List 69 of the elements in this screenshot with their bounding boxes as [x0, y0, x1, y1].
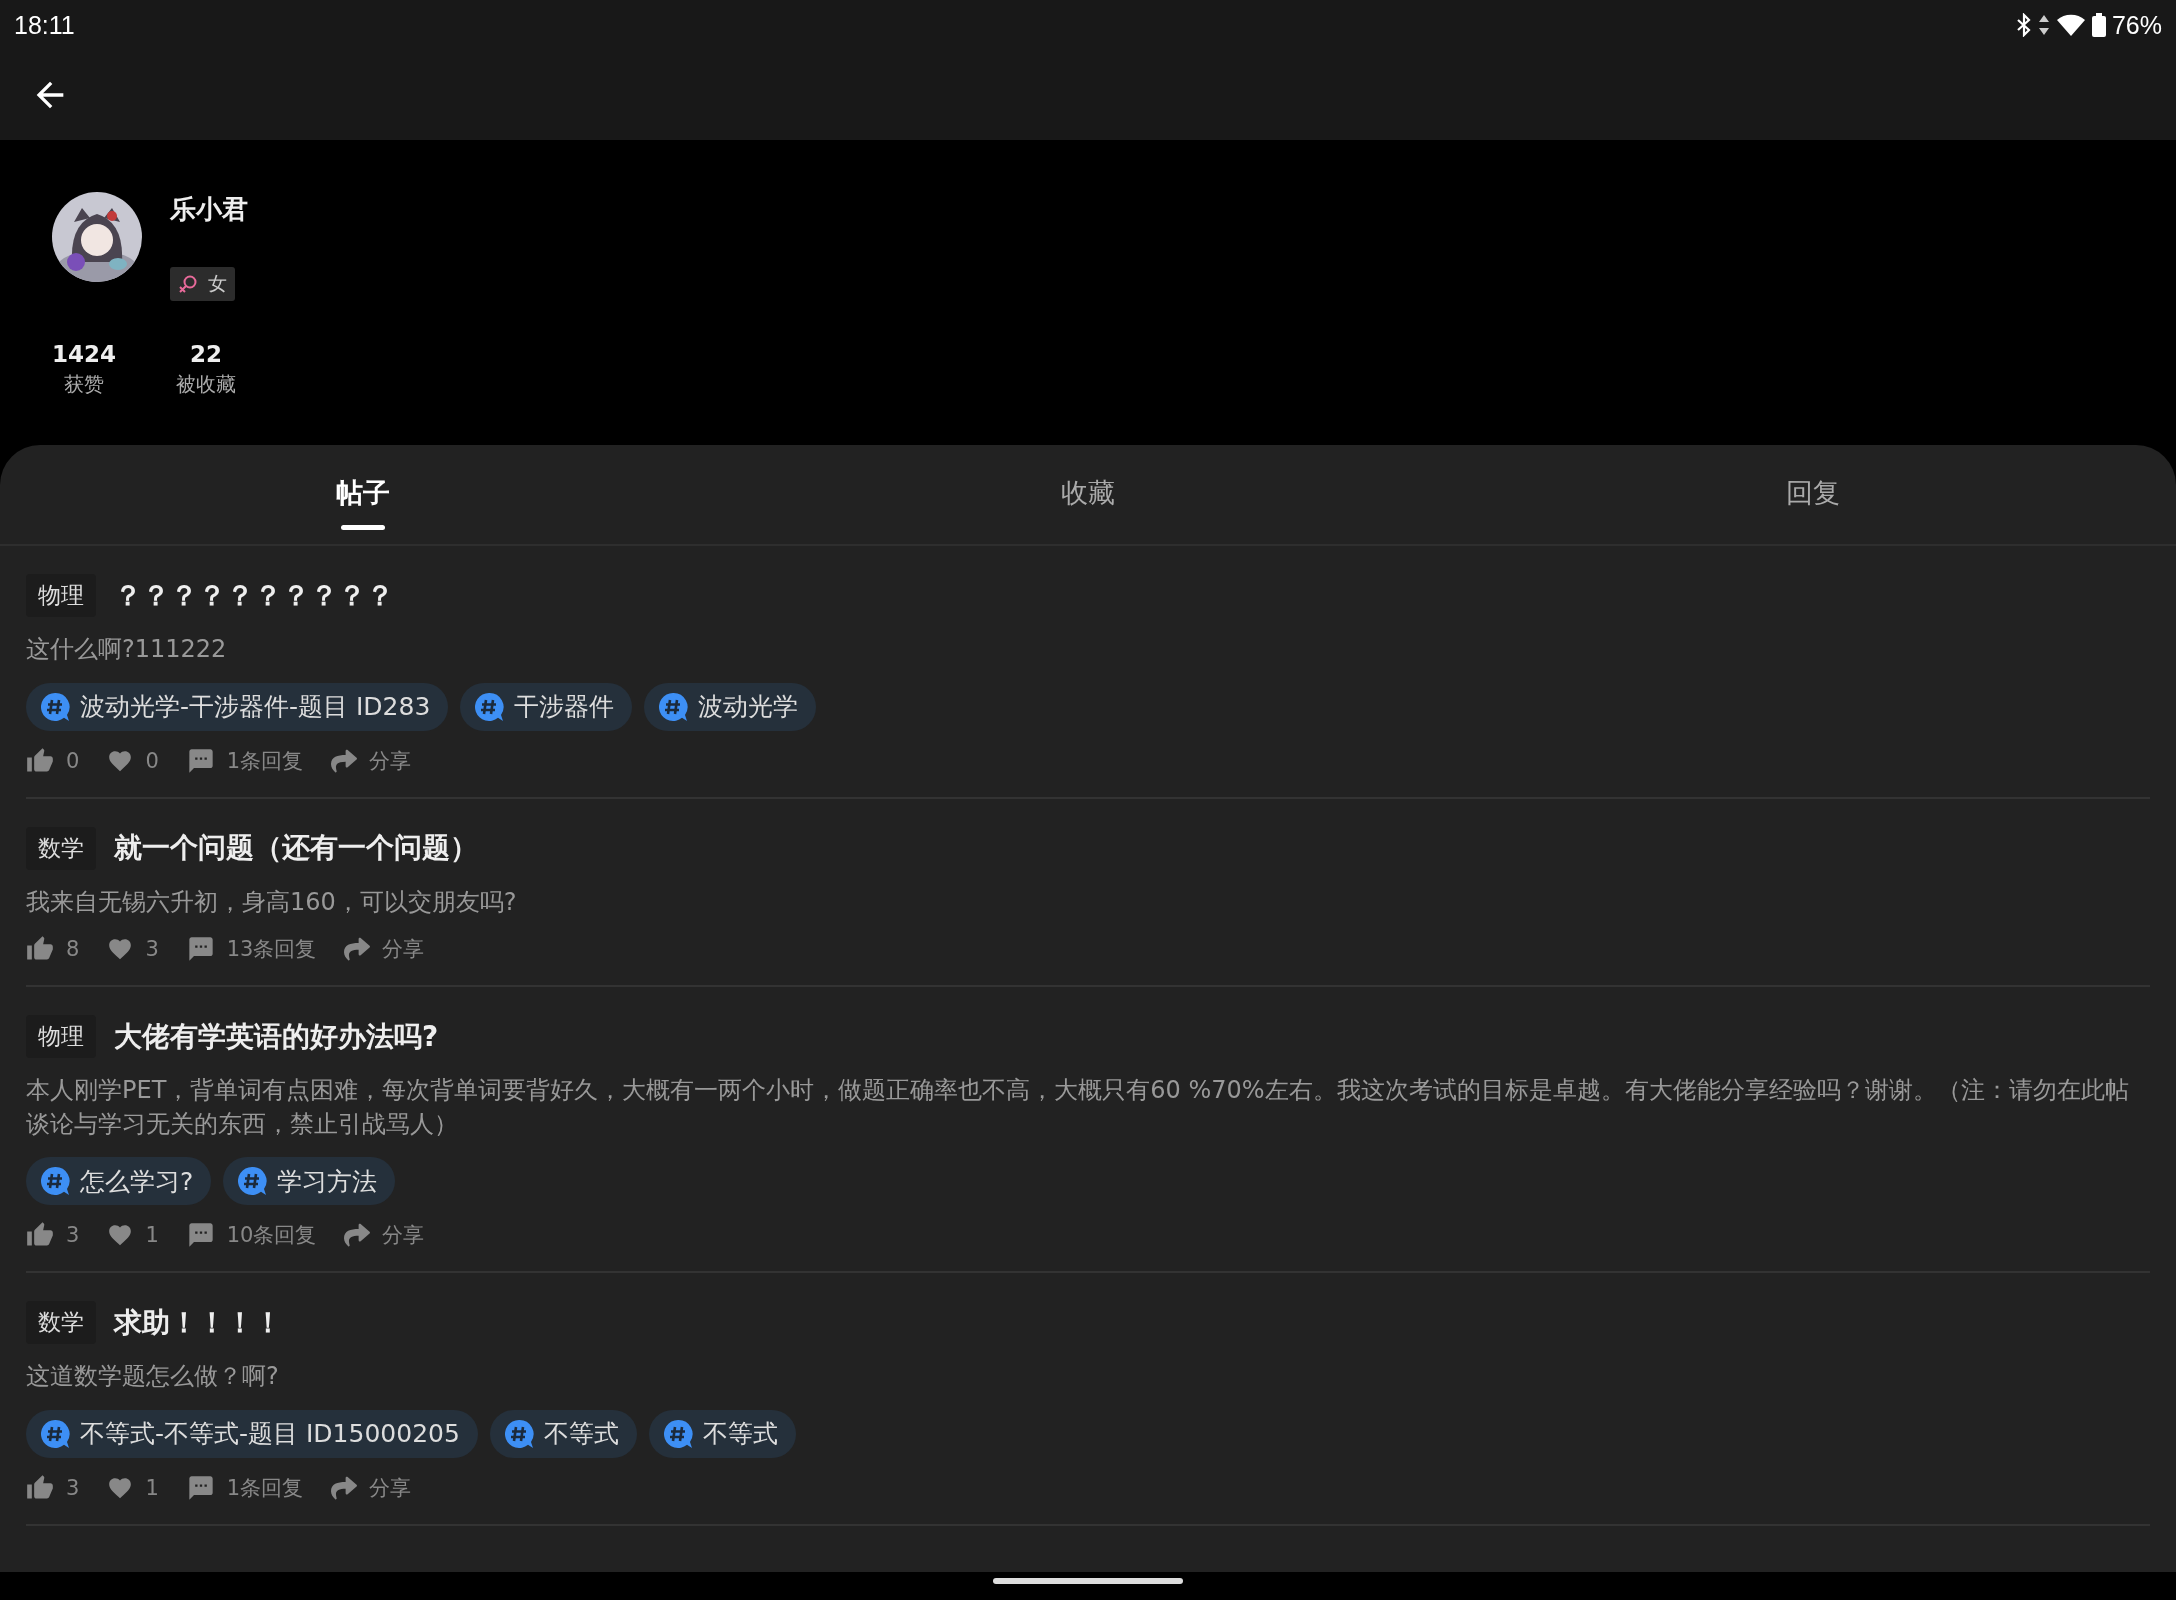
status-time: 18:11 [14, 10, 75, 40]
stat-value: 22 [190, 341, 222, 367]
like-button[interactable]: 0 [26, 746, 80, 775]
post-title[interactable]: 就一个问题（还有一个问题） [114, 829, 478, 868]
topic-tag[interactable]: 怎么学习? [26, 1157, 212, 1206]
topic-tag[interactable]: 干涉器件 [460, 682, 633, 731]
user-name: 乐小君 [170, 193, 248, 226]
post-title[interactable]: ？？？？？？？？？？ [114, 576, 394, 615]
share-icon [331, 747, 358, 774]
reply-button[interactable]: 1条回复 [186, 746, 304, 775]
favorite-button[interactable]: 3 [107, 936, 159, 963]
like-button[interactable]: 8 [26, 935, 80, 964]
tab[interactable]: 回复 [1450, 445, 2176, 544]
data-arrows-icon [2037, 14, 2050, 36]
hashtag-icon [658, 691, 689, 722]
tab[interactable]: 帖子 [0, 445, 726, 544]
hashtag-icon [474, 691, 505, 722]
battery-level: 76% [2111, 10, 2162, 40]
hashtag-icon [237, 1166, 268, 1197]
hashtag-icon [662, 1418, 693, 1449]
share-button[interactable]: 分享 [331, 746, 412, 775]
comment-icon [186, 1473, 215, 1502]
reply-button[interactable]: 1条回复 [186, 1473, 304, 1502]
subject-label: 数学 [26, 826, 96, 870]
post-body: 我来自无锡六升初，身高160，可以交朋友吗? [26, 886, 518, 918]
comment-icon [186, 746, 215, 775]
female-icon [178, 274, 198, 294]
share-icon [344, 1222, 371, 1249]
share-button[interactable]: 分享 [344, 935, 425, 964]
battery-icon [2091, 13, 2106, 37]
subject-label: 物理 [26, 1015, 96, 1059]
post-body: 这道数学题怎么做？啊? [26, 1361, 280, 1393]
topic-tag[interactable]: 学习方法 [223, 1157, 396, 1206]
thumbs-up-icon [26, 1473, 54, 1502]
post-body: 本人刚学PET，背单词有点困难，每次背单词要背好久，大概有一两个小时，做题正确率也不高，大概只有60 %70%左右。我这次考试的目标是卓越。有大佬能分享经验吗？谢谢。（注：请勿在此帖谈论与学习无关的东西，禁止引战骂人） [26, 1075, 2130, 1140]
post-title[interactable]: 大佬有学英语的好办法吗? [114, 1017, 439, 1056]
wifi-icon [2055, 13, 2086, 37]
hashtag-icon [40, 1166, 70, 1197]
thumbs-up-icon [26, 746, 54, 775]
subject-label: 物理 [26, 574, 96, 617]
stat-label: 被收藏 [176, 371, 236, 398]
share-button[interactable]: 分享 [344, 1221, 425, 1250]
reply-button[interactable]: 13条回复 [186, 935, 317, 964]
like-button[interactable]: 3 [26, 1473, 80, 1502]
reply-button[interactable]: 10条回复 [186, 1221, 317, 1250]
share-button[interactable]: 分享 [331, 1473, 412, 1502]
favorite-button[interactable]: 1 [107, 1222, 159, 1249]
topic-tag[interactable]: 不等式 [648, 1409, 796, 1458]
share-icon [344, 936, 371, 963]
hashtag-icon [40, 1418, 70, 1449]
hashtag-icon [40, 691, 70, 722]
stat-value: 1424 [52, 341, 116, 367]
favorite-button[interactable]: 1 [107, 1474, 159, 1501]
stat-label: 获赞 [64, 371, 104, 398]
like-button[interactable]: 3 [26, 1221, 80, 1250]
tab[interactable]: 收藏 [725, 445, 1451, 544]
post-title[interactable]: 求助！！！！ [114, 1303, 282, 1342]
topic-tag[interactable]: 波动光学-干涉器件-题目 ID283 [26, 682, 449, 731]
subject-label: 数学 [26, 1301, 96, 1345]
topic-tag[interactable]: 波动光学 [644, 682, 817, 731]
bluetooth-icon [2015, 13, 2032, 37]
topic-tag[interactable]: 不等式 [489, 1409, 637, 1458]
home-handle[interactable] [993, 1578, 1183, 1584]
favorite-button[interactable]: 0 [107, 747, 159, 774]
topic-tag[interactable]: 不等式-不等式-题目 ID15000205 [26, 1409, 478, 1458]
hashtag-icon [503, 1418, 534, 1449]
gender-tag: 女 [170, 267, 235, 301]
share-icon [331, 1474, 358, 1501]
post-body: 这什么啊?111222 [26, 634, 228, 665]
